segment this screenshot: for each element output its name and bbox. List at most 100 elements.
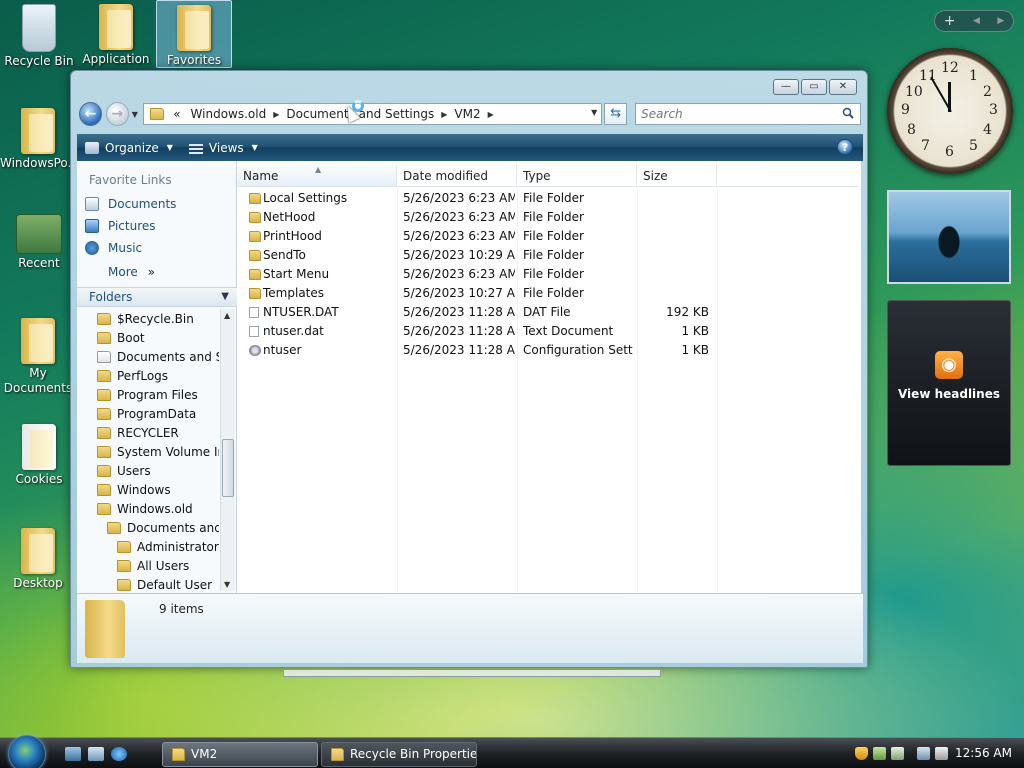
search-box[interactable] [635,103,861,125]
tree-item[interactable]: Windows [97,480,171,499]
next-page-button[interactable]: ▶ [997,16,1004,26]
favorite-link-music[interactable]: Music [85,241,142,255]
folder-tree-scrollbar[interactable]: ▲ ▼ [220,309,235,591]
tree-item[interactable]: RECYCLER [97,423,179,442]
address-bar[interactable]: « Windows.old ▶ Documents and Settings ▶… [143,103,603,125]
desktop-icon-cookies[interactable]: Cookies [1,424,77,487]
search-icon[interactable] [842,107,854,119]
taskbar-button-recycle-bin-properties[interactable]: Recycle Bin Properties [321,742,477,767]
tree-item[interactable]: ProgramData [97,404,196,423]
tree-item[interactable]: System Volume Inf [97,442,219,461]
switch-windows-icon[interactable] [88,747,104,761]
file-size: 1 KB [681,324,709,338]
tree-item[interactable]: Default User [117,575,212,591]
file-type: File Folder [523,248,584,262]
tree-item[interactable]: PerfLogs [97,366,168,385]
start-button[interactable] [8,735,46,768]
tree-item[interactable]: Administrator [117,537,219,556]
file-list-row[interactable]: Start Menu 5/26/2023 6:23 AM File Folder [237,265,857,284]
scroll-up-icon[interactable]: ▲ [224,311,230,320]
slideshow-gadget[interactable] [887,190,1011,284]
favorite-link-label: Documents [108,197,177,211]
breadcrumb-chevron-icon[interactable]: ▶ [439,110,449,119]
column-header-date-modified[interactable]: Date modified [397,165,517,187]
scroll-thumb[interactable] [222,439,234,497]
breadcrumb-overflow[interactable]: « [168,107,185,121]
taskbar-button-vm2[interactable]: VM2 [162,742,318,767]
file-list-row[interactable]: PrintHood 5/26/2023 6:23 AM File Folder [237,227,857,246]
desktop-icon-desktop[interactable]: Desktop [0,528,76,591]
close-button[interactable]: ✕ [829,79,857,95]
taskbar-clock[interactable]: 12:56 AM [955,746,1012,760]
scroll-down-icon[interactable]: ▼ [224,580,230,589]
breadcrumb-chevron-icon[interactable]: ▶ [271,110,281,119]
tree-item[interactable]: $Recycle.Bin [97,309,194,328]
safely-remove-hardware-icon[interactable] [873,747,886,760]
tree-item[interactable]: Documents and [107,518,219,537]
desktop-icon-favorites[interactable]: Favorites [156,0,232,68]
folder-icon [97,407,111,420]
views-button[interactable]: Views ▼ [181,134,266,161]
security-shield-icon[interactable] [855,747,868,760]
refresh-button[interactable]: ⇆ [604,103,628,125]
desktop-icon-windowspo[interactable]: WindowsPo... [0,108,79,171]
devices-icon[interactable] [891,747,904,760]
breadcrumb-chevron-icon[interactable]: ▶ [486,110,496,119]
file-name: Start Menu [263,267,330,281]
maximize-button[interactable]: ▭ [801,79,827,95]
internet-explorer-icon[interactable] [111,747,127,761]
breadcrumb-windows-old[interactable]: Windows.old [186,107,272,121]
help-button[interactable]: ? [837,139,853,155]
volume-muted-icon[interactable] [935,747,948,760]
clock-gadget[interactable]: 12 1 2 3 4 5 6 7 8 9 10 11 [887,48,1013,174]
taskbar-button-label: VM2 [191,747,218,761]
tree-item[interactable]: Boot [97,328,145,347]
file-list-row[interactable]: ntuser.dat 5/26/2023 11:28 AM Text Documen… [237,322,857,341]
favorite-link-pictures[interactable]: Pictures [85,219,156,233]
search-input[interactable] [636,104,837,124]
feed-headlines-gadget[interactable]: ◉ View headlines [887,300,1011,466]
more-links-button[interactable]: More » [108,265,155,279]
file-list-row[interactable]: Templates 5/26/2023 10:27 AM File Folder [237,284,857,303]
favorite-link-documents[interactable]: Documents [85,197,176,211]
forward-button[interactable]: → [105,102,129,126]
address-dropdown-icon[interactable]: ▼ [591,108,597,117]
desktop-icon-recent[interactable]: Recent [1,214,77,271]
file-name: PrintHood [263,229,322,243]
tree-item[interactable]: Users [97,461,151,480]
column-header-name[interactable]: ▲ Name [237,165,397,187]
details-pane: 9 items [77,593,863,663]
desktop-icon-recycle-bin[interactable]: Recycle Bin [1,4,77,69]
file-type: File Folder [523,286,584,300]
organize-button[interactable]: Organize ▼ [77,134,181,161]
previous-page-button[interactable]: ◀ [973,16,980,26]
file-list-row[interactable]: SendTo 5/26/2023 10:29 AM File Folder [237,246,857,265]
minimize-button[interactable]: — [773,79,799,95]
column-header-size[interactable]: Size [637,165,717,187]
clock-number: 12 [941,60,959,76]
folders-header[interactable]: Folders ▼ [77,287,237,307]
file-list-row[interactable]: ntuser 5/26/2023 11:28 AM Configuration Se… [237,341,857,360]
file-name: ntuser.dat [263,324,324,338]
show-desktop-icon[interactable] [65,747,81,761]
file-list-row[interactable]: NTUSER.DAT 5/26/2023 11:28 AM DAT File 192 … [237,303,857,322]
recent-pages-dropdown[interactable]: ▼ [132,110,141,119]
tree-item-label: PerfLogs [117,368,169,383]
add-gadget-button[interactable]: + [944,13,956,29]
network-icon[interactable] [917,747,930,760]
tree-item[interactable]: Program Files [97,385,198,404]
tree-item[interactable]: All Users [117,556,189,575]
desktop-icon-my-documents[interactable]: My Documents [0,318,76,396]
tree-item[interactable]: Windows.old [97,499,193,518]
breadcrumb-vm2[interactable]: VM2 [449,107,485,121]
file-list-row[interactable]: Local Settings 5/26/2023 6:23 AM File Fold… [237,189,857,208]
explorer-window[interactable]: — ▭ ✕ ← → ▼ « Windows.old ▶ Documents an… [70,70,868,668]
folder-icon [99,4,133,50]
desktop-icon-application[interactable]: Application [78,4,154,67]
back-button[interactable]: ← [79,102,102,126]
column-header-type[interactable]: Type [517,165,637,187]
tree-item[interactable]: Documents and Se [97,347,219,366]
folder-icon [22,424,56,470]
file-list-row[interactable]: NetHood 5/26/2023 6:23 AM File Folder [237,208,857,227]
clock-number: 2 [983,84,992,100]
